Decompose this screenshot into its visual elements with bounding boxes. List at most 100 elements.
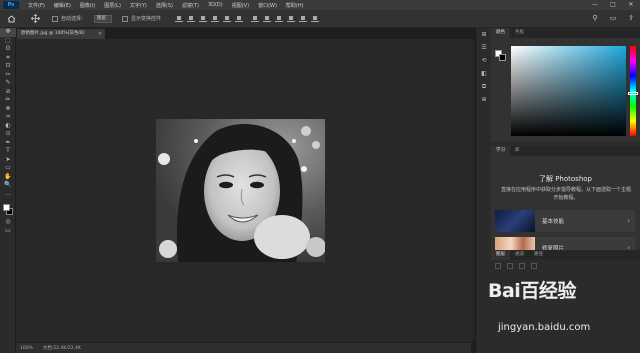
- tab-learn[interactable]: 学习: [491, 146, 510, 156]
- learn-card-basic-skills[interactable]: 基本技能 ›: [495, 210, 635, 232]
- quick-mask-button[interactable]: ◎: [0, 218, 16, 227]
- align-hcenter-icon[interactable]: [223, 15, 232, 22]
- transform-controls-checkbox[interactable]: [122, 15, 129, 22]
- history-icon[interactable]: ⊞: [476, 29, 492, 41]
- move-tool-button[interactable]: [28, 13, 42, 25]
- layer-filter-icon[interactable]: [531, 263, 537, 269]
- distribute-4-icon[interactable]: [287, 15, 296, 22]
- tool-path-select[interactable]: ➤: [0, 156, 16, 165]
- document-tab-title: 原始图片.jpg @ 100%(灰色/8): [21, 31, 85, 36]
- auto-select-dropdown[interactable]: 图层: [94, 14, 113, 23]
- adjustments-icon[interactable]: ◧: [476, 68, 492, 80]
- tool-frame[interactable]: ✂: [0, 71, 16, 80]
- distribute-3-icon[interactable]: [275, 15, 284, 22]
- tool-brush[interactable]: ✏: [0, 96, 16, 105]
- minimize-button[interactable]: —: [586, 0, 604, 10]
- tool-hand[interactable]: ✋: [0, 173, 16, 182]
- tool-crop[interactable]: ⊡: [0, 62, 16, 71]
- menu-3d[interactable]: 3D(D): [208, 2, 223, 8]
- maximize-button[interactable]: □: [604, 0, 622, 10]
- layers-panel-tabs: 图层 通道 路径: [491, 250, 640, 260]
- foreground-color-swatch[interactable]: [3, 204, 10, 211]
- tool-gradient[interactable]: ⊙: [0, 130, 16, 139]
- tool-more[interactable]: …: [0, 190, 16, 199]
- libraries-icon[interactable]: ⧉: [476, 81, 492, 93]
- home-icon: [7, 14, 15, 22]
- tab-swatches[interactable]: 色板: [510, 28, 529, 38]
- menu-filter[interactable]: 滤镜(T): [182, 2, 199, 9]
- menu-view[interactable]: 视图(V): [232, 2, 249, 9]
- brush-settings-icon[interactable]: ⊕: [476, 94, 492, 106]
- tool-quick-select[interactable]: ⌗: [0, 54, 16, 63]
- baidu-jingyan-logo: Bai百经验: [488, 280, 576, 302]
- align-bottom-icon[interactable]: [199, 15, 208, 22]
- portrait-image: [156, 119, 325, 262]
- transform-controls-label: 显示变换控件: [131, 16, 162, 22]
- home-button[interactable]: [4, 13, 18, 25]
- move-icon: [30, 14, 40, 23]
- share-icon[interactable]: ⇪: [626, 12, 636, 24]
- properties-icon[interactable]: ☰: [476, 42, 492, 54]
- menu-select[interactable]: 选择(S): [156, 2, 173, 9]
- tool-move[interactable]: ✥: [0, 28, 16, 37]
- layer-filter-icon[interactable]: [519, 263, 525, 269]
- tool-type[interactable]: T: [0, 147, 16, 156]
- distribute-5-icon[interactable]: [299, 15, 308, 22]
- tool-healing[interactable]: ⊘: [0, 88, 16, 97]
- layer-filter-icon[interactable]: [495, 263, 501, 269]
- tool-rectangle[interactable]: ▭: [0, 164, 16, 173]
- color-panel-background[interactable]: [499, 54, 506, 61]
- distribute-icon[interactable]: [251, 15, 260, 22]
- menu-file[interactable]: 文件(F): [28, 2, 45, 9]
- search-icon[interactable]: ⚲: [590, 12, 600, 24]
- menu-bar: Ps 文件(F) 编辑(E) 图像(I) 图层(L) 文字(Y) 选择(S) 滤…: [0, 0, 640, 10]
- color-panel-tabs: 颜色 色板: [491, 28, 640, 38]
- screen-mode-button[interactable]: ▭: [0, 227, 16, 236]
- options-bar: 自动选择： 图层 显示变换控件 ⚲ ▭ ⇪: [0, 10, 640, 28]
- auto-select-checkbox[interactable]: [52, 15, 58, 22]
- tab-channels[interactable]: 通道: [510, 250, 529, 260]
- close-button[interactable]: ✕: [622, 0, 640, 10]
- menu-edit[interactable]: 编辑(E): [54, 2, 71, 9]
- color-picker-field[interactable]: [511, 46, 626, 136]
- learn-description: 直接在应用程序中获取分步指导教程。从下面选取一个主题开始教程。: [501, 187, 632, 201]
- align-right-icon[interactable]: [235, 15, 244, 22]
- tab-libraries[interactable]: 库: [510, 146, 525, 156]
- align-left-icon[interactable]: [211, 15, 220, 22]
- tool-eraser[interactable]: ◐: [0, 122, 16, 131]
- workspace-icon[interactable]: ▭: [608, 12, 618, 24]
- canvas-area[interactable]: [16, 39, 471, 342]
- hue-slider-handle[interactable]: [628, 92, 638, 95]
- tab-color[interactable]: 颜色: [491, 28, 510, 38]
- align-top-icon[interactable]: [175, 15, 184, 22]
- tool-marquee[interactable]: ⬚: [0, 37, 16, 46]
- menu-type[interactable]: 文字(Y): [130, 2, 147, 9]
- zoom-level[interactable]: 100%: [20, 346, 33, 351]
- tool-zoom[interactable]: 🔍: [0, 181, 16, 190]
- tool-pen[interactable]: ✒: [0, 139, 16, 148]
- tool-clone-stamp[interactable]: ⊗: [0, 105, 16, 114]
- tab-layers[interactable]: 图层: [491, 250, 510, 260]
- menu-help[interactable]: 帮助(H): [286, 2, 304, 9]
- align-vcenter-icon[interactable]: [187, 15, 196, 22]
- menu-image[interactable]: 图像(I): [80, 2, 95, 9]
- document-tab[interactable]: 原始图片.jpg @ 100%(灰色/8) ×: [17, 29, 105, 39]
- menu-window[interactable]: 窗口(W): [258, 2, 277, 9]
- actions-icon[interactable]: ⟲: [476, 55, 492, 67]
- distribute-6-icon[interactable]: [311, 15, 320, 22]
- tab-paths[interactable]: 路径: [529, 250, 548, 260]
- distribute-2-icon[interactable]: [263, 15, 272, 22]
- tool-lasso[interactable]: ʘ: [0, 45, 16, 54]
- chevron-right-icon: ›: [627, 217, 630, 225]
- status-bar: 100% 文档:22.4K/22.4K: [16, 342, 471, 353]
- color-swatches[interactable]: [0, 202, 16, 218]
- hue-slider[interactable]: [630, 46, 636, 136]
- document-size-info[interactable]: 文档:22.4K/22.4K: [43, 345, 81, 351]
- tool-eyedropper[interactable]: ✎: [0, 79, 16, 88]
- close-tab-button[interactable]: ×: [98, 29, 102, 39]
- auto-select-label: 自动选择：: [61, 16, 87, 22]
- layer-filter-icon[interactable]: [507, 263, 513, 269]
- tool-history-brush[interactable]: ♒: [0, 113, 16, 122]
- learn-title: 了解 Photoshop: [538, 175, 592, 183]
- menu-layer[interactable]: 图层(L): [104, 2, 121, 9]
